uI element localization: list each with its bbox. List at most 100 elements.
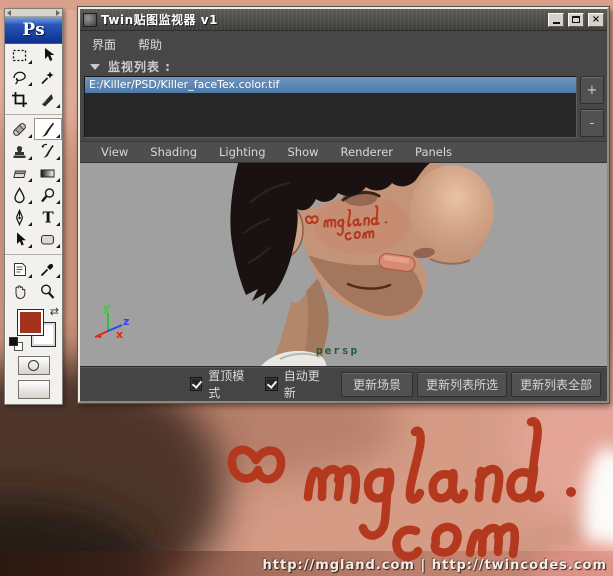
brush-tool-selected[interactable] bbox=[34, 118, 63, 140]
maximize-button[interactable] bbox=[568, 13, 584, 27]
eyedropper-icon bbox=[39, 261, 56, 278]
tool-divider bbox=[5, 250, 62, 255]
type-tool[interactable]: T bbox=[34, 206, 63, 228]
auto-update-label: 自动更新 bbox=[284, 367, 325, 401]
minimize-icon bbox=[553, 22, 560, 24]
check-icon bbox=[192, 378, 202, 389]
viewport-menu-panels[interactable]: Panels bbox=[404, 145, 463, 159]
flyout-arrow-icon bbox=[28, 222, 32, 226]
move-tool[interactable] bbox=[34, 44, 63, 66]
palette-grip[interactable] bbox=[5, 9, 62, 17]
shape-tool[interactable] bbox=[34, 228, 63, 250]
notes-tool[interactable] bbox=[5, 258, 34, 280]
flyout-arrow-icon bbox=[56, 156, 60, 160]
viewport-menu-lighting[interactable]: Lighting bbox=[208, 145, 276, 159]
type-icon: T bbox=[39, 209, 56, 226]
flyout-arrow-icon bbox=[28, 156, 32, 160]
history-brush-tool[interactable] bbox=[34, 140, 63, 162]
watchlist-listbox[interactable]: E:/Killer/PSD/Killer_faceTex.color.tif bbox=[84, 76, 577, 138]
camera-name-label: persp bbox=[316, 344, 359, 357]
add-texture-button[interactable]: + bbox=[580, 76, 604, 104]
screen-mode-button[interactable] bbox=[18, 380, 50, 399]
dodge-tool[interactable] bbox=[34, 184, 63, 206]
marquee-icon bbox=[11, 47, 28, 64]
flyout-arrow-icon bbox=[56, 104, 60, 108]
watchlist-header[interactable]: 监视列表 : bbox=[80, 57, 607, 76]
magic-wand-icon bbox=[39, 69, 56, 86]
history-brush-icon bbox=[39, 143, 56, 160]
collapse-left-icon bbox=[7, 10, 11, 16]
eyedropper-tool[interactable] bbox=[34, 258, 63, 280]
zoom-tool[interactable] bbox=[34, 280, 63, 302]
flyout-arrow-icon bbox=[28, 244, 32, 248]
axis-y-label: y bbox=[103, 301, 110, 314]
viewport-menu-shading[interactable]: Shading bbox=[139, 145, 208, 159]
3d-viewport[interactable]: y z x persp bbox=[80, 162, 607, 366]
gradient-tool[interactable] bbox=[34, 162, 63, 184]
remove-texture-button[interactable]: - bbox=[580, 109, 604, 137]
zoom-icon bbox=[39, 283, 56, 300]
lasso-icon bbox=[11, 69, 28, 86]
watchlist-row: E:/Killer/PSD/Killer_faceTex.color.tif +… bbox=[80, 76, 607, 138]
pen-tool[interactable] bbox=[5, 206, 34, 228]
quick-mask-mode-button[interactable] bbox=[18, 356, 50, 375]
foreground-color-swatch[interactable] bbox=[17, 309, 44, 336]
always-on-top-checkbox[interactable] bbox=[190, 377, 202, 391]
window-titlebar[interactable]: Twin贴图监视器 v1 × bbox=[80, 9, 607, 31]
flyout-arrow-icon bbox=[28, 134, 32, 138]
shape-icon bbox=[39, 231, 56, 248]
auto-update-checkbox[interactable] bbox=[265, 377, 277, 391]
twin-monitor-window: Twin贴图监视器 v1 × 界面 帮助 监视列表 : E:/Killer/PS… bbox=[78, 7, 609, 403]
flyout-arrow-icon bbox=[56, 178, 60, 182]
clone-stamp-tool[interactable] bbox=[5, 140, 34, 162]
healing-brush-tool[interactable] bbox=[5, 118, 34, 140]
crop-tool[interactable] bbox=[5, 88, 34, 110]
eraser-icon bbox=[11, 165, 28, 182]
rectangular-marquee-tool[interactable] bbox=[5, 44, 34, 66]
viewport-menu-view[interactable]: View bbox=[90, 145, 139, 159]
flyout-arrow-icon bbox=[28, 60, 32, 64]
magic-wand-tool[interactable] bbox=[34, 66, 63, 88]
lasso-tool[interactable] bbox=[5, 66, 34, 88]
menu-interface[interactable]: 界面 bbox=[92, 36, 116, 53]
viewport-menu-renderer[interactable]: Renderer bbox=[330, 145, 405, 159]
collapse-right-icon bbox=[56, 10, 60, 16]
window-title: Twin贴图监视器 v1 bbox=[101, 11, 544, 28]
brush-icon bbox=[39, 121, 56, 138]
footer-buttons: 更新场景 更新列表所选 更新列表全部 bbox=[341, 372, 601, 397]
watchlist-item-selected[interactable]: E:/Killer/PSD/Killer_faceTex.color.tif bbox=[85, 77, 576, 93]
hand-tool[interactable] bbox=[5, 280, 34, 302]
tool-divider bbox=[5, 110, 62, 115]
swap-colors-icon[interactable]: ⇄ bbox=[50, 305, 59, 318]
menu-help[interactable]: 帮助 bbox=[138, 36, 162, 53]
blur-tool[interactable] bbox=[5, 184, 34, 206]
photoshop-logo[interactable]: Ps bbox=[5, 17, 62, 44]
always-on-top-label: 置顶模式 bbox=[208, 367, 249, 401]
character-head-render bbox=[80, 163, 603, 366]
update-scene-button[interactable]: 更新场景 bbox=[341, 372, 413, 397]
app-icon bbox=[83, 13, 97, 27]
watchlist-title: 监视列表 : bbox=[108, 58, 171, 75]
axis-indicator: y z x bbox=[90, 301, 136, 341]
dodge-icon bbox=[39, 187, 56, 204]
update-selected-button[interactable]: 更新列表所选 bbox=[417, 372, 507, 397]
slice-icon bbox=[39, 91, 56, 108]
slice-tool[interactable] bbox=[34, 88, 63, 110]
quick-mask-circle-icon bbox=[28, 360, 39, 371]
update-all-button[interactable]: 更新列表全部 bbox=[511, 372, 601, 397]
axis-x-label: x bbox=[116, 328, 123, 341]
viewport-menu-show[interactable]: Show bbox=[277, 145, 330, 159]
check-icon bbox=[267, 378, 277, 389]
move-icon bbox=[39, 47, 56, 64]
flyout-arrow-icon bbox=[56, 222, 60, 226]
eraser-tool[interactable] bbox=[5, 162, 34, 184]
axis-z-label: z bbox=[123, 315, 129, 328]
close-button[interactable]: × bbox=[588, 13, 604, 27]
minimize-button[interactable] bbox=[548, 13, 564, 27]
path-selection-tool[interactable] bbox=[5, 228, 34, 250]
default-colors-icon[interactable] bbox=[9, 337, 18, 346]
gradient-icon bbox=[39, 165, 56, 182]
color-swatch-area: ⇄ bbox=[5, 304, 62, 354]
flyout-arrow-icon bbox=[28, 274, 32, 278]
healing-brush-icon bbox=[11, 121, 28, 138]
